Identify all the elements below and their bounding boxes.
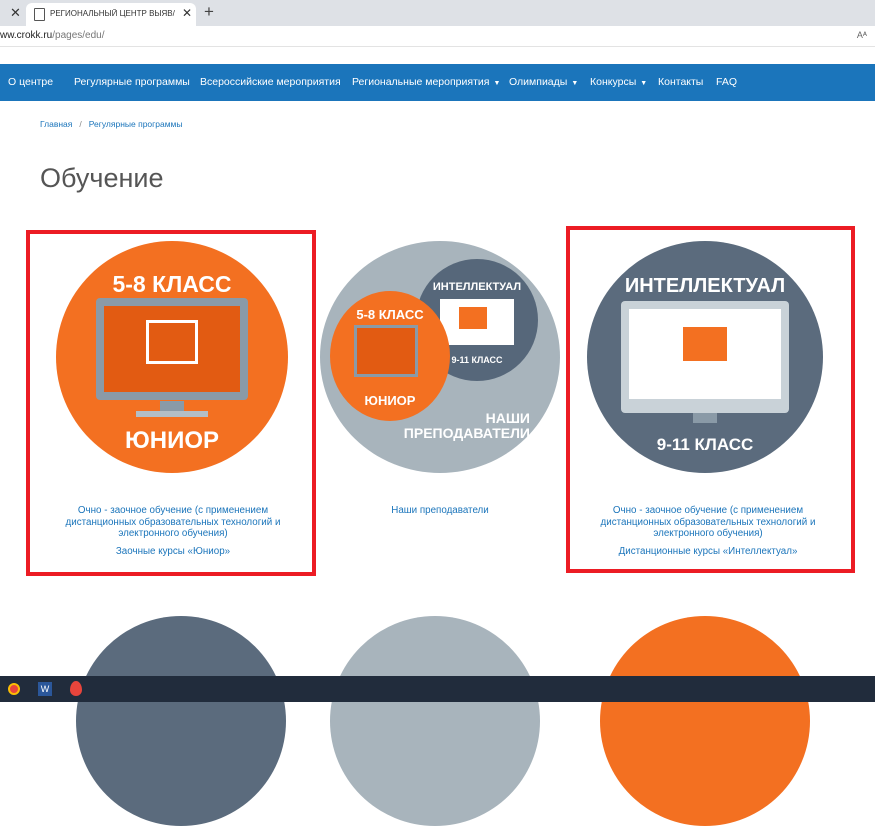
junior-badge: 5-8 КЛАСС ЮНИОР: [330, 291, 450, 421]
intellectual-course-image[interactable]: ИНТЕЛЛЕКТУАЛ 9-11 КЛАСС: [587, 241, 823, 473]
junior-course-image[interactable]: 5-8 КЛАСС ЮНИОР: [56, 241, 288, 473]
junior-course-link[interactable]: Заочные курсы «Юниор»: [48, 546, 298, 558]
book-icon: [146, 320, 198, 364]
breadcrumb: Главная / Регулярные программы: [40, 119, 183, 129]
url-text[interactable]: ww.crokk.ru/pages/edu/: [0, 30, 105, 41]
chevron-down-icon: ▼: [493, 80, 501, 87]
nav-item-olympiads[interactable]: Олимпиады ▼: [509, 64, 578, 101]
nav-item-contacts[interactable]: Контакты: [658, 64, 703, 101]
intellectual-description[interactable]: Очно - заочное обучение (с применением д…: [583, 505, 833, 540]
nav-item-contests[interactable]: Конкурсы ▼: [590, 64, 647, 101]
teachers-link[interactable]: Наши преподаватели: [360, 505, 520, 517]
address-bar[interactable]: ww.crokk.ru/pages/edu/ Aᴬ: [0, 26, 875, 47]
browser-tab[interactable]: РЕГИОНАЛЬНЫЙ ЦЕНТР ВЫЯВ/ ✕: [26, 3, 196, 26]
page-title: Обучение: [40, 163, 164, 193]
graduation-cap-icon: [683, 327, 727, 361]
close-icon[interactable]: ✕: [182, 6, 192, 20]
teachers-image[interactable]: ИНТЕЛЛЕКТУАЛ 9-11 КЛАСС 5-8 КЛАСС ЮНИОР …: [320, 241, 560, 473]
breadcrumb-current[interactable]: Регулярные программы: [89, 119, 183, 129]
monitor-icon: [96, 298, 248, 400]
nav-item-faq[interactable]: FAQ: [716, 64, 737, 101]
chevron-down-icon: ▼: [640, 80, 648, 87]
main-nav: О центре Регулярные программы Всероссийс…: [0, 64, 875, 101]
junior-description[interactable]: Очно - заочное обучение (с применением д…: [48, 505, 298, 540]
nav-item-about[interactable]: О центре: [8, 64, 53, 101]
tab-title: РЕГИОНАЛЬНЫЙ ЦЕНТР ВЫЯВ/: [50, 9, 175, 18]
word-icon[interactable]: W: [38, 682, 52, 696]
os-taskbar: W: [0, 676, 875, 702]
app-drop-icon[interactable]: [70, 681, 82, 696]
chrome-icon[interactable]: [8, 683, 20, 695]
browser-tabbar: ✕ РЕГИОНАЛЬНЫЙ ЦЕНТР ВЫЯВ/ ✕ +: [0, 0, 875, 26]
chevron-down-icon: ▼: [571, 80, 579, 87]
reader-mode-icon[interactable]: Aᴬ: [857, 30, 867, 40]
breadcrumb-home[interactable]: Главная: [40, 119, 72, 129]
nav-item-national[interactable]: Всероссийские мероприятия: [200, 64, 341, 101]
new-tab-icon[interactable]: +: [204, 2, 214, 22]
course-image-row2[interactable]: [330, 616, 540, 826]
course-image-row2[interactable]: [600, 616, 810, 826]
nav-item-regular[interactable]: Регулярные программы: [74, 64, 190, 101]
page-icon: [34, 8, 45, 21]
monitor-icon: [621, 301, 789, 413]
close-tab-icon[interactable]: ✕: [10, 5, 21, 21]
nav-item-regional[interactable]: Региональные мероприятия ▼: [352, 64, 500, 101]
course-image-row2[interactable]: [76, 616, 286, 826]
intellectual-course-link[interactable]: Дистанционные курсы «Интеллектуал»: [583, 546, 833, 558]
